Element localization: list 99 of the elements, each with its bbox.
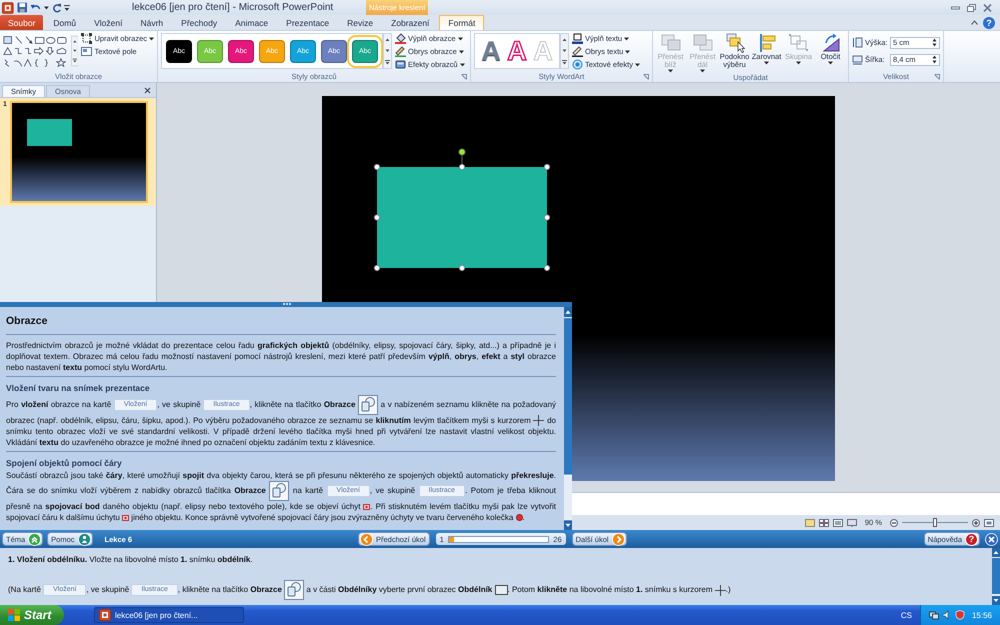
command-icon <box>572 59 583 70</box>
close-icon[interactable] <box>983 4 992 12</box>
resize-grip[interactable] <box>282 302 292 306</box>
ribbon-tab[interactable]: Návrh <box>132 15 172 30</box>
command-icon <box>692 33 714 53</box>
command-icon <box>572 46 583 57</box>
caret-icon <box>634 62 640 66</box>
handle-icon <box>122 514 130 521</box>
dialog-launcher-icon[interactable] <box>643 74 649 80</box>
command-icon <box>660 33 682 53</box>
wordart-sample[interactable]: A <box>479 36 503 66</box>
caret-icon <box>796 61 801 65</box>
customize-icon[interactable] <box>64 4 70 12</box>
ribbon-tab[interactable]: Vložení <box>86 15 130 30</box>
height-icon <box>852 37 863 48</box>
help-badge: ? <box>965 532 978 546</box>
slide-thumbnail[interactable] <box>10 101 148 203</box>
shapes-button-icon <box>284 580 304 600</box>
restore-icon[interactable] <box>967 4 976 12</box>
crosshair-icon <box>533 415 544 426</box>
caret-icon <box>149 36 154 40</box>
chevron-left-icon <box>360 532 373 546</box>
ribbon-tab[interactable]: Zobrazení <box>383 15 438 30</box>
gallery-scroll-bar[interactable] <box>70 33 78 69</box>
caret-icon <box>460 62 465 66</box>
collapse-ribbon-icon[interactable] <box>971 20 978 25</box>
slideshow-icon[interactable] <box>846 518 857 526</box>
windows-flag-icon <box>8 609 20 621</box>
ribbon-tab[interactable]: Revize <box>339 15 382 30</box>
caret-icon <box>624 36 630 40</box>
ribbon-tab[interactable]: Přechody <box>173 15 226 30</box>
command-icon <box>572 33 583 44</box>
fit-window-icon[interactable] <box>984 518 994 526</box>
language-indicator: CS <box>900 610 912 620</box>
ribbon-tab[interactable]: Animace <box>227 15 276 30</box>
zoom-in-icon[interactable] <box>972 518 980 526</box>
window-title: lekce06 [jen pro čtení] - Microsoft PowerPoint <box>131 2 334 13</box>
spinner-icon[interactable] <box>932 55 937 64</box>
app-logo-icon <box>2 2 14 14</box>
shapes-button-icon <box>358 394 378 415</box>
ribbon-tab[interactable]: Formát <box>439 15 484 30</box>
help-heading: Vložení tvaru na snímek prezentace <box>6 382 151 393</box>
help-title: Obrazce <box>6 314 556 335</box>
caret-icon <box>458 50 464 54</box>
sorter-view-icon[interactable] <box>818 518 829 526</box>
chevron-right-icon <box>612 532 625 546</box>
start-button[interactable]: Start <box>0 605 64 625</box>
close-icon[interactable] <box>144 87 151 94</box>
help-heading: Spojení objektů pomocí čáry <box>6 458 123 468</box>
ribbon-tab[interactable]: Prezentace <box>278 15 338 30</box>
network-icon[interactable] <box>928 610 939 620</box>
crosshair-icon <box>714 584 726 596</box>
gallery-scroll-bar[interactable] <box>383 33 392 69</box>
shield-icon[interactable] <box>954 610 965 620</box>
rectangle-icon <box>494 585 508 595</box>
redo-icon[interactable] <box>52 2 62 12</box>
command-icon <box>724 33 746 53</box>
caret-icon <box>828 61 833 65</box>
chevrons-up-icon <box>28 532 42 546</box>
caret-icon <box>44 6 49 10</box>
caret-icon <box>764 61 769 65</box>
caret-icon <box>625 50 630 54</box>
command-icon <box>395 46 406 57</box>
command-icon <box>395 33 406 44</box>
shapes-button-icon <box>269 481 290 501</box>
gallery-scroll-bar[interactable] <box>560 33 569 69</box>
dialog-launcher-icon[interactable] <box>934 74 940 80</box>
command-icon <box>81 33 92 44</box>
reading-view-icon[interactable] <box>832 518 843 526</box>
ribbon-tab[interactable]: Soubor <box>0 15 44 30</box>
zoom-out-icon[interactable] <box>890 518 898 526</box>
handle-icon <box>363 504 370 510</box>
help-button[interactable]: ? <box>983 16 995 28</box>
scroll-bar[interactable] <box>992 548 1000 605</box>
help-paragraph: Prostřednictvím obrazců je možné vkládat do prezentace celou řadu grafických objektů (obdélníky, elipsy, spojovací čáry, šipky, atd...) a případně je i doplňovat textem. Obrazec má celou řadu možností nastavení pomocí nástrojů kreslení, mezi které patří především výplň, obrys, efekt a styl obrazce nebo nastavení textu pomocí stylu WordArtu. <box>6 340 556 373</box>
normal-view-icon[interactable] <box>804 518 815 526</box>
caret-icon <box>700 69 705 73</box>
command-icon <box>81 46 92 57</box>
dialog-launcher-icon[interactable] <box>461 74 467 80</box>
app-icon <box>99 609 111 621</box>
taskbar-window[interactable]: lekce06 [jen pro čtení... <box>94 607 244 623</box>
task-paragraph: 1. Vložení obdélníku. Vložte na libovolné místo 1. snímku obdélník. <box>8 554 254 566</box>
caret-icon <box>668 69 673 73</box>
clock: 15:56 <box>972 610 992 620</box>
endpoint-dot-icon <box>516 514 522 522</box>
thumbnail-shape <box>26 119 72 146</box>
caret-icon <box>458 36 463 40</box>
command-icon <box>395 59 406 70</box>
wordart-sample[interactable]: A <box>505 36 529 66</box>
zoom-slider-thumb[interactable] <box>933 518 937 527</box>
command-icon <box>788 33 810 53</box>
shapes-gallery[interactable] <box>3 33 68 70</box>
person-icon <box>78 532 91 546</box>
selection-handles-drawing[interactable] <box>373 148 551 272</box>
save-icon[interactable] <box>16 2 28 13</box>
spinner-icon[interactable] <box>932 38 937 47</box>
scroll-bar[interactable] <box>564 306 572 530</box>
width-icon <box>852 54 863 65</box>
ribbon-tab[interactable]: Domů <box>45 15 84 30</box>
